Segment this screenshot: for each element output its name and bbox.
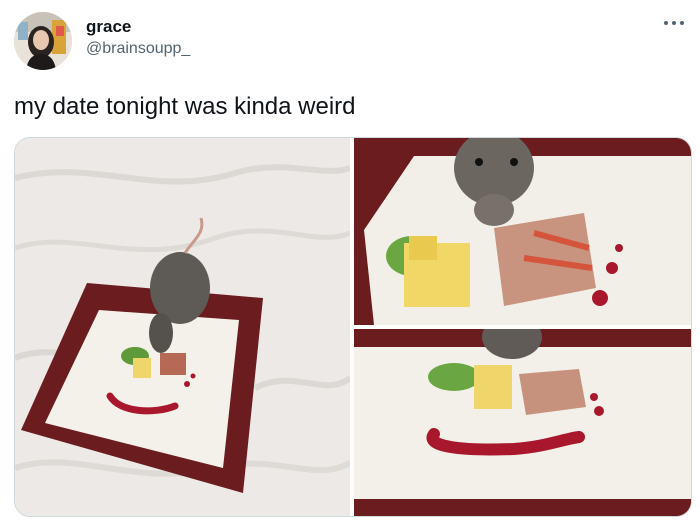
tweet-header: grace @brainsoupp_ [0,0,700,80]
author-handle[interactable]: @brainsoupp_ [86,39,190,59]
tweet-text: my date tonight was kinda weird [14,93,356,120]
tweet-photo-3[interactable] [354,329,691,516]
author-display-name[interactable]: grace [86,17,190,37]
avatar[interactable] [14,12,72,70]
tweet-photo-1[interactable] [15,138,350,516]
tweet-photo-2[interactable] [354,138,691,325]
more-options-icon[interactable] [660,10,690,34]
media-grid [14,137,692,517]
